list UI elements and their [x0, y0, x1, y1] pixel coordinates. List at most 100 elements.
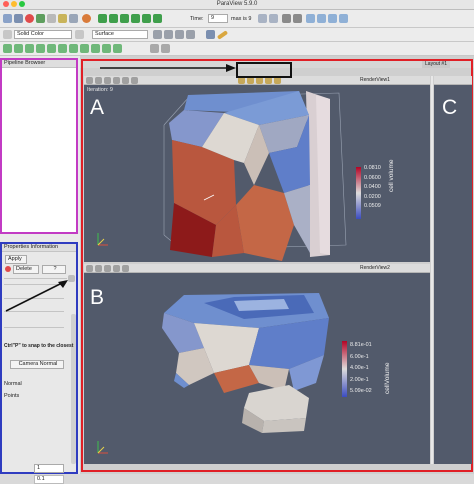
- divider: [4, 327, 64, 328]
- camera-redo-icon[interactable]: [269, 14, 278, 23]
- render-view-1-label: RenderView1: [360, 77, 390, 83]
- colorbar-title-bottom: cellVolume: [384, 362, 391, 394]
- query-icon[interactable]: [150, 44, 159, 53]
- colorbar-gradient: [342, 341, 347, 397]
- find-data-icon[interactable]: [161, 44, 170, 53]
- colorbar-tick: 0.0200: [364, 193, 381, 200]
- properties-scrollbar[interactable]: [71, 314, 76, 464]
- ruler-icon[interactable]: [216, 30, 229, 40]
- warp-icon[interactable]: [91, 44, 100, 53]
- camera-undo-icon[interactable]: [258, 14, 267, 23]
- save-file-icon[interactable]: [14, 14, 23, 23]
- close-view-icon[interactable]: [274, 77, 281, 84]
- first-frame-icon[interactable]: [98, 14, 107, 23]
- slice-icon[interactable]: [36, 44, 45, 53]
- help-button[interactable]: ?: [42, 265, 66, 274]
- extract-subset-icon[interactable]: [58, 44, 67, 53]
- time-input[interactable]: 9: [208, 14, 228, 23]
- pipeline-browser: Pipeline Browser: [0, 58, 78, 234]
- group-icon[interactable]: [102, 44, 111, 53]
- filters-toolbar: [0, 42, 474, 56]
- open-file-icon[interactable]: [3, 14, 12, 23]
- center-icon[interactable]: [113, 77, 120, 84]
- glyph-icon[interactable]: [69, 44, 78, 53]
- value-field-1[interactable]: 1: [34, 464, 64, 473]
- colorbar-tick: 0.0509: [364, 203, 381, 210]
- colorbar-ticks-bottom: 8.81e-01 6.00e-1 4.00e-1 2.00e-1 5.09e-0…: [350, 340, 372, 398]
- colorbar-tick: 6.00e-1: [350, 353, 369, 360]
- value-field-2[interactable]: 0.1: [34, 475, 64, 484]
- view-toolbar-right: [434, 76, 472, 85]
- select-cells-icon[interactable]: [131, 77, 138, 84]
- last-frame-icon[interactable]: [142, 14, 151, 23]
- panel-label-c: C: [442, 96, 458, 119]
- view-toolbar-bottom: RenderView2: [84, 264, 430, 273]
- play-icon[interactable]: [120, 14, 129, 23]
- redo-icon[interactable]: [36, 14, 45, 23]
- axes-icon[interactable]: [95, 265, 102, 272]
- pipeline-browser-title: Pipeline Browser: [4, 60, 46, 66]
- disconnect-icon[interactable]: [69, 14, 78, 23]
- previous-frame-icon[interactable]: [109, 14, 118, 23]
- next-frame-icon[interactable]: [131, 14, 140, 23]
- macro-icon[interactable]: [82, 14, 91, 23]
- zoom-to-data-icon[interactable]: [282, 14, 291, 23]
- axes-icon[interactable]: [95, 77, 102, 84]
- render-view-bottom[interactable]: RenderView2 B 8.81e-01 6.00e-1 4.00e-1 2…: [84, 264, 430, 464]
- rotation-center-icon[interactable]: [122, 77, 129, 84]
- rescale-custom-icon[interactable]: [164, 30, 173, 39]
- view-splitter[interactable]: [431, 76, 433, 464]
- orientation-icon[interactable]: [104, 77, 111, 84]
- rotate-90-icon[interactable]: [339, 14, 348, 23]
- toggle-color-legend-icon[interactable]: [3, 30, 12, 39]
- delete-button[interactable]: Delete: [13, 265, 39, 274]
- colorbar-tick: 4.00e-1: [350, 365, 369, 371]
- zoom-box-icon[interactable]: [293, 14, 302, 23]
- colorbar-gradient: [356, 167, 361, 219]
- annotation-arrow-top: [100, 64, 236, 72]
- rescale-range-icon[interactable]: [153, 30, 162, 39]
- representation-select[interactable]: Surface: [92, 30, 148, 39]
- main-toolbar: Time: 9 max is 9: [0, 10, 474, 28]
- reset-camera-icon[interactable]: [86, 265, 93, 272]
- restore-view-icon[interactable]: [265, 77, 272, 84]
- view-x-icon[interactable]: [306, 14, 315, 23]
- rescale-visible-icon[interactable]: [175, 30, 184, 39]
- time-max-label: max is 9: [231, 16, 252, 22]
- maximize-view-icon[interactable]: [256, 77, 263, 84]
- coloring-select[interactable]: Solid Color: [14, 30, 72, 39]
- contour-icon[interactable]: [14, 44, 23, 53]
- orientation-icon[interactable]: [104, 265, 111, 272]
- view-y-icon[interactable]: [317, 14, 326, 23]
- extract-level-icon[interactable]: [113, 44, 122, 53]
- rotation-center-icon[interactable]: [122, 265, 129, 272]
- undo-icon[interactable]: [25, 14, 34, 23]
- loop-icon[interactable]: [153, 14, 162, 23]
- colorbar-tick: 8.81e-01: [350, 342, 372, 348]
- reset-camera-icon[interactable]: [86, 77, 93, 84]
- properties-panel-title: Properties Information: [4, 244, 59, 250]
- camera-normal-button[interactable]: Camera Normal: [10, 360, 64, 369]
- connect-icon[interactable]: [58, 14, 67, 23]
- view-z-icon[interactable]: [328, 14, 337, 23]
- calculator-icon[interactable]: [3, 44, 12, 53]
- split-vertical-icon[interactable]: [247, 77, 254, 84]
- snap-hint-text: Ctrl"P" to snap to the closest: [4, 343, 74, 349]
- render-view-right[interactable]: C: [434, 76, 472, 464]
- colorbar-title-top: cell volume: [388, 159, 395, 192]
- split-horizontal-icon[interactable]: [238, 77, 245, 84]
- stream-tracer-icon[interactable]: [80, 44, 89, 53]
- render-view-top[interactable]: RenderView1 Iteration: 9 A 0.0810 0.0600…: [84, 76, 430, 262]
- apply-button[interactable]: Apply: [5, 255, 27, 264]
- reset-session-icon[interactable]: [47, 14, 56, 23]
- center-icon[interactable]: [113, 265, 120, 272]
- colorbar-tick: 0.0400: [364, 184, 381, 191]
- clipped-cells-render: [97, 293, 347, 454]
- rescale-temporal-icon[interactable]: [186, 30, 195, 39]
- normal-label: Normal: [4, 381, 22, 387]
- threshold-icon[interactable]: [47, 44, 56, 53]
- points-label: Points: [4, 393, 20, 399]
- clip-icon[interactable]: [25, 44, 34, 53]
- save-state-icon[interactable]: [206, 30, 215, 39]
- edit-color-map-icon[interactable]: [75, 30, 84, 39]
